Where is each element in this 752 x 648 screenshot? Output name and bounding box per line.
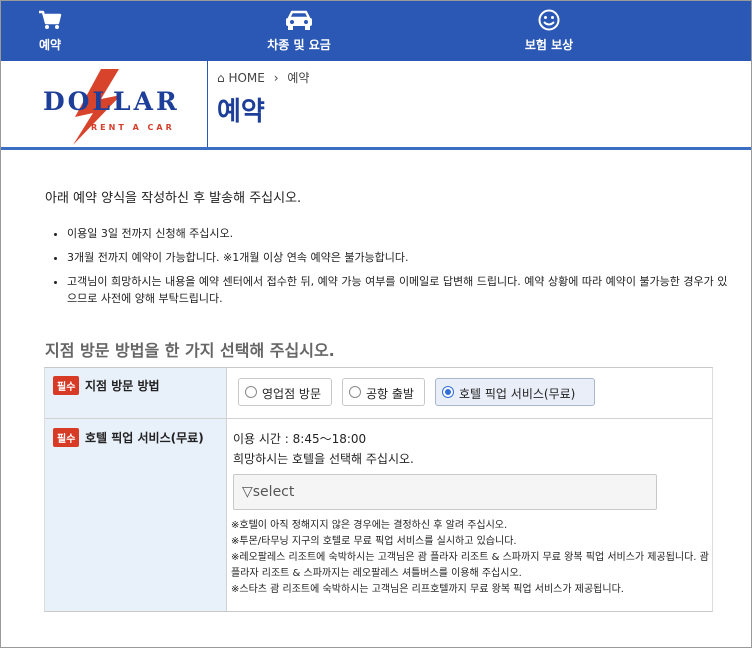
hotel-select[interactable]: ▽select	[233, 474, 657, 510]
breadcrumb-separator: ›	[273, 71, 279, 85]
row-label: 지점 방문 방법	[85, 379, 160, 393]
nav-item-car-rates[interactable]: 차종 및 요금	[249, 1, 349, 61]
radio-circle[interactable]	[349, 386, 361, 398]
reservation-form: 필수 지점 방문 방법 영업점 방문 공항 출발 호텔 픽업 서비스(무료) 필…	[44, 367, 713, 612]
radio-airport-departure[interactable]: 공항 출발	[342, 378, 425, 406]
logo-subtitle: RENT A CAR	[91, 123, 175, 132]
intro-text: 아래 예약 양식을 작성하신 후 발송해 주십시오.	[45, 191, 302, 206]
form-row-visit-method: 필수 지점 방문 방법 영업점 방문 공항 출발 호텔 픽업 서비스(무료)	[45, 368, 712, 419]
fine-print-line: ※스타츠 괌 리조트에 숙박하시는 고객님은 리프호텔까지 무료 왕복 픽업 서…	[231, 584, 624, 595]
nav-label: 예약	[38, 38, 62, 52]
form-row-hotel-pickup: 필수 호텔 픽업 서비스(무료) 이용 시간 : 8:45～18:00 희망하시…	[45, 419, 712, 611]
notes-list: 이용일 3일 전까지 신청해 주십시오. 3개월 전까지 예약이 가능합니다. …	[45, 225, 735, 314]
cart-icon	[39, 10, 62, 29]
radio-circle[interactable]	[245, 386, 257, 398]
radio-label: 호텔 픽업 서비스(무료)	[459, 387, 576, 401]
required-badge: 필수	[53, 428, 80, 447]
radio-label: 공항 출발	[366, 387, 414, 401]
fine-print-line: ※투몬/타무닝 지구의 호텔로 무료 픽업 서비스를 실시하고 있습니다.	[231, 536, 517, 547]
radio-hotel-pickup[interactable]: 호텔 픽업 서비스(무료)	[435, 378, 595, 406]
row-label-cell: 필수 호텔 픽업 서비스(무료)	[45, 419, 227, 611]
list-item: 3개월 전까지 예약이 가능합니다. ※1개월 이상 연속 예약은 불가능합니다…	[67, 249, 735, 266]
page-frame: 예약 차종 및 요금 보험 보상 DOLLAR RENT A CAR ⌂ HOM…	[0, 0, 752, 648]
smile-icon	[538, 9, 560, 31]
row-label: 호텔 픽업 서비스(무료)	[85, 431, 204, 445]
logo-wordmark: DOLLAR	[43, 87, 180, 116]
row-label-cell: 필수 지점 방문 방법	[45, 368, 227, 418]
page-header: DOLLAR RENT A CAR ⌂ HOME › 예약 예약	[1, 61, 751, 150]
fine-print-line: ※호텔이 아직 정해지지 않은 경우에는 결정하신 후 알려 주십시오.	[231, 520, 508, 531]
breadcrumb-current: 예약	[287, 71, 310, 85]
radio-circle-selected[interactable]	[442, 386, 454, 398]
fine-print-line: ※레오팔레스 리조트에 숙박하시는 고객님은 괌 플라자 리조트 & 스파까지 …	[231, 552, 709, 579]
breadcrumb: ⌂ HOME › 예약	[217, 69, 309, 86]
page-title: 예약	[217, 97, 265, 127]
hotel-prompt: 희망하시는 호텔을 선택해 주십시오.	[233, 452, 414, 466]
fine-print: ※호텔이 아직 정해지지 않은 경우에는 결정하신 후 알려 주십시오. ※투몬…	[231, 518, 709, 598]
list-item: 고객님이 희망하시는 내용을 예약 센터에서 접수한 뒤, 예약 가능 여부를 …	[67, 273, 735, 307]
nav-label: 차종 및 요금	[267, 38, 331, 52]
required-badge: 필수	[53, 376, 80, 395]
top-nav: 예약 차종 및 요금 보험 보상	[1, 1, 751, 61]
nav-label: 보험 보상	[524, 38, 574, 52]
service-hours: 이용 시간 : 8:45～18:00	[233, 432, 367, 446]
select-value: ▽select	[242, 484, 295, 500]
list-item: 이용일 3일 전까지 신청해 주십시오.	[67, 225, 735, 242]
home-icon: ⌂	[217, 71, 225, 85]
car-icon	[286, 10, 312, 30]
nav-item-reservation[interactable]: 예약	[21, 1, 79, 61]
logo[interactable]: DOLLAR RENT A CAR	[1, 61, 208, 147]
radio-branch-visit[interactable]: 영업점 방문	[238, 378, 332, 406]
breadcrumb-home-link[interactable]: HOME	[228, 71, 264, 85]
section-title: 지점 방문 방법을 한 가지 선택해 주십시오.	[45, 341, 335, 360]
radio-label: 영업점 방문	[262, 387, 322, 401]
nav-item-insurance[interactable]: 보험 보상	[499, 1, 599, 61]
